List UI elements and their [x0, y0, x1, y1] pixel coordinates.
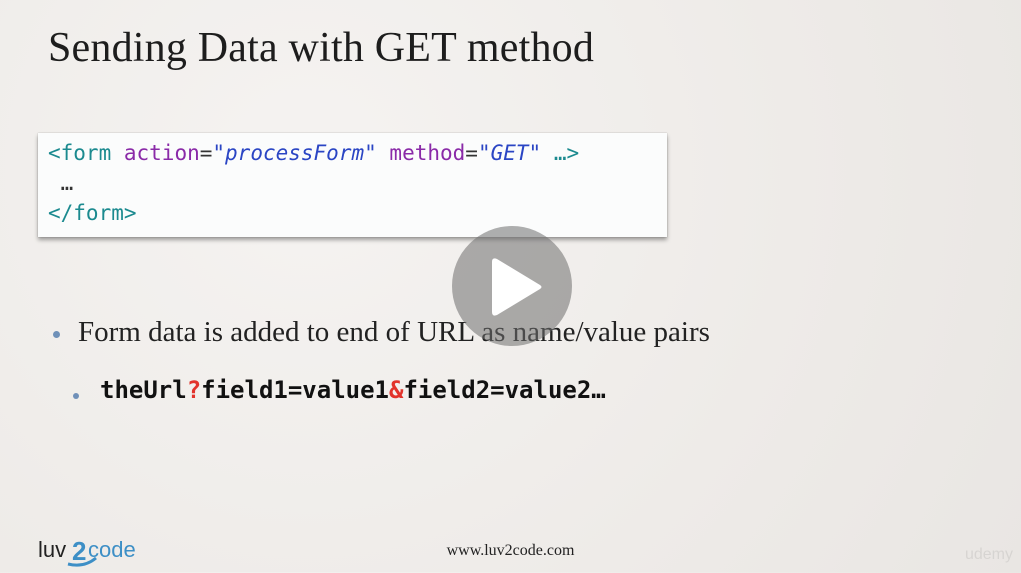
code-open-tag: <form [48, 141, 112, 165]
bullet-dot [53, 331, 60, 338]
play-button[interactable] [452, 226, 572, 346]
url-pair-2: field2=value2… [403, 376, 606, 404]
bullet-dot [73, 393, 79, 399]
bullet-form-data: Form data is added to end of URL as name… [78, 316, 710, 348]
code-line-1: <form action="processForm" method="GET" … [48, 141, 579, 165]
code-equals: = [199, 141, 213, 165]
url-question-mark: ? [186, 376, 202, 404]
slide-title: Sending Data with GET method [48, 25, 595, 71]
code-tag-rest: …> [553, 141, 580, 165]
play-icon [492, 258, 542, 316]
url-base: theUrl [100, 376, 187, 404]
code-attr-method: method [389, 141, 466, 165]
code-attr-action: action [123, 141, 200, 165]
footer-url: www.luv2code.com [446, 542, 575, 559]
code-value-action: "processForm" [212, 141, 377, 165]
bullet-url-example: theUrl?field1=value1&field2=value2… [100, 376, 606, 404]
code-line-2: … [48, 171, 74, 195]
code-value-method: "GET" [477, 141, 542, 165]
url-pair-1: field1=value1 [201, 376, 389, 404]
code-snippet: <form action="processForm" method="GET" … [38, 133, 667, 237]
code-equals: = [465, 141, 478, 165]
url-ampersand: & [389, 376, 404, 404]
udemy-watermark: udemy [964, 546, 1013, 563]
code-line-3: </form> [48, 201, 137, 225]
